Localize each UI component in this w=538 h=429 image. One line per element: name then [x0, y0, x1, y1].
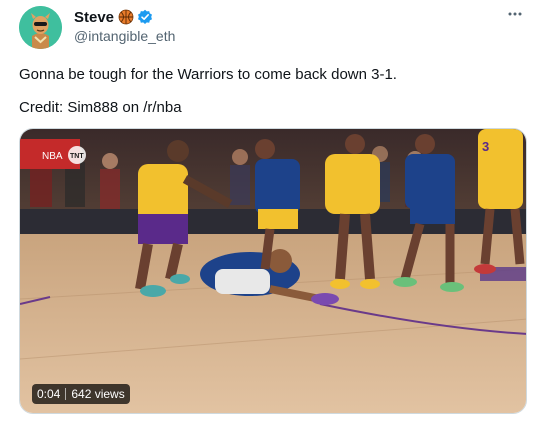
video-stats-badge: 0:04 642 views — [32, 384, 130, 404]
author-avatar[interactable] — [19, 6, 62, 49]
jersey-number: 3 — [482, 139, 489, 154]
video-duration: 0:04 — [37, 387, 61, 401]
banner-text: NBA — [42, 151, 63, 162]
tweet-card: Steve @intangible_eth Gonna be tough for… — [0, 0, 538, 429]
video-views: 642 views — [71, 387, 125, 401]
video-player[interactable]: NBA TNT 3 0:04 642 views — [19, 128, 527, 414]
video-frame: NBA TNT 3 — [20, 129, 526, 413]
more-options-icon[interactable] — [507, 6, 523, 22]
stats-divider — [65, 388, 67, 400]
basketball-icon — [118, 9, 134, 25]
author-name[interactable]: Steve — [74, 9, 114, 26]
tweet-text: Gonna be tough for the Warriors to come … — [19, 66, 397, 83]
verified-icon[interactable] — [137, 9, 153, 25]
network-logo: TNT — [70, 153, 84, 160]
author-name-row: Steve — [74, 8, 153, 26]
tweet-credit: Credit: Sim888 on /r/nba — [19, 99, 182, 116]
author-handle[interactable]: @intangible_eth — [74, 28, 175, 44]
